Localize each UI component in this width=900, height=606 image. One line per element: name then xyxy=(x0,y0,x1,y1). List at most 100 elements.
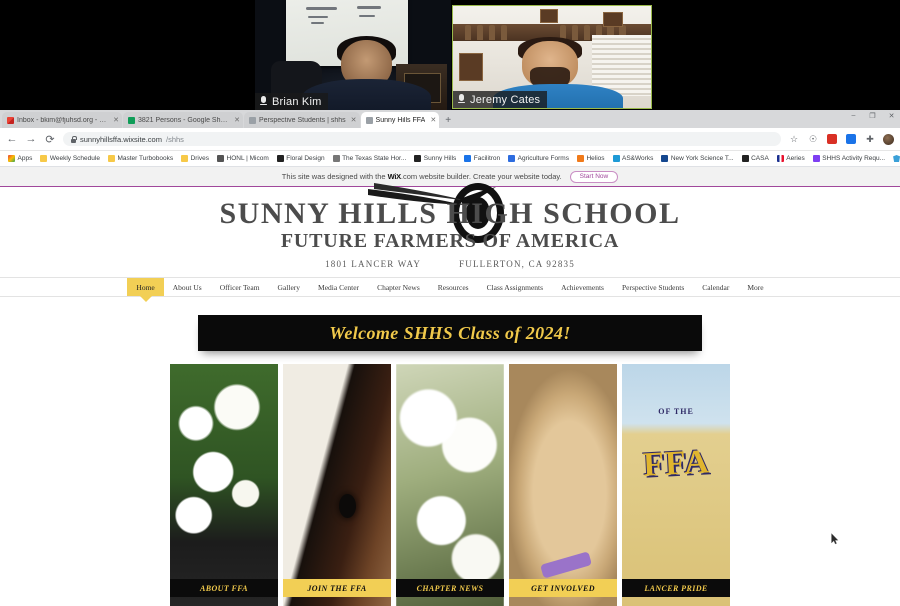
new-tab-button[interactable]: + xyxy=(440,116,456,128)
tab-title: Perspective Students | shhs xyxy=(259,116,346,124)
close-icon[interactable]: ✕ xyxy=(234,116,240,124)
bookmark-drives[interactable]: Drives xyxy=(177,155,213,162)
wix-promo-text: This site was designed with the WiX.com … xyxy=(282,172,562,181)
bookmark-sunny-hills[interactable]: Sunny Hills xyxy=(410,155,460,162)
blue-icon xyxy=(464,155,472,162)
nav-item-gallery[interactable]: Gallery xyxy=(269,278,310,296)
nav-item-calendar[interactable]: Calendar xyxy=(693,278,738,296)
bookmark-shhs-activity-request[interactable]: SHHS Activity Requ... xyxy=(809,155,889,162)
address-street: 1801 LANCER WAY xyxy=(325,259,422,269)
bookmark-label: Sunny Hills xyxy=(423,155,457,162)
tab-title: Sunny Hills FFA xyxy=(375,116,426,124)
bookmark-floral-design[interactable]: Floral Design xyxy=(273,155,329,162)
extension-blue-icon[interactable] xyxy=(845,133,857,145)
wall-picture xyxy=(603,12,624,28)
nav-item-home[interactable]: Home xyxy=(127,278,164,296)
address-bar[interactable]: sunnyhillsffa.wixsite.com/shhs xyxy=(63,132,781,146)
nav-item-resources[interactable]: Resources xyxy=(429,278,478,296)
bookmark-texas-state-hort[interactable]: The Texas State Hor... xyxy=(329,155,411,162)
bookmark-label: Master Turbobooks xyxy=(117,155,174,162)
nav-item-media-center[interactable]: Media Center xyxy=(309,278,368,296)
bookmark-classrooms-active[interactable]: Classrooms - Active xyxy=(889,155,900,162)
photo-lancer-mural: OF THE FFA xyxy=(622,364,730,606)
video-call-strip: Brian Kim Jeremy Cates xyxy=(0,0,900,110)
welcome-banner-text: Welcome SHHS Class of 2024! xyxy=(329,322,571,343)
nav-item-about-us[interactable]: About Us xyxy=(164,278,211,296)
browser-tab-inbox[interactable]: Inbox - bkim@fjuhsd.org - Fulle ✕ xyxy=(2,112,122,128)
window-controls: – ❐ ✕ xyxy=(849,111,896,120)
close-button[interactable]: ✕ xyxy=(887,111,896,120)
photo-tile-get-involved[interactable]: GET INVOLVED xyxy=(509,364,617,606)
tab-strip: Inbox - bkim@fjuhsd.org - Fulle ✕ 3821 P… xyxy=(0,110,900,128)
bookmark-label: AS&Works xyxy=(622,155,654,162)
address-city: FULLERTON, CA 92835 xyxy=(459,259,575,269)
forward-button[interactable]: → xyxy=(25,133,37,145)
photo-golden-retriever-puppy xyxy=(509,364,617,606)
blue2-icon xyxy=(508,155,516,162)
dark-icon xyxy=(741,155,749,162)
minimize-button[interactable]: – xyxy=(849,111,858,120)
bookmark-agriculture-forms[interactable]: Agriculture Forms xyxy=(504,155,573,162)
puzzle-icon[interactable]: ✚ xyxy=(864,133,876,145)
reload-button[interactable]: ⟳ xyxy=(44,133,56,146)
extension-red-icon[interactable] xyxy=(826,133,838,145)
back-button[interactable]: ← xyxy=(6,133,18,145)
france-icon xyxy=(776,155,784,162)
bookmark-label: SHHS Activity Requ... xyxy=(822,155,886,162)
bookmark-facilitron[interactable]: Facilitron xyxy=(460,155,504,162)
photo-tile-lancer-pride[interactable]: OF THE FFA LANCER PRIDE xyxy=(622,364,730,606)
dark-icon xyxy=(414,155,422,162)
letterbox-right xyxy=(652,0,900,110)
bookmark-label: Helios xyxy=(586,155,605,162)
apps-icon xyxy=(8,155,15,162)
wix-brand: WiX xyxy=(387,172,402,181)
nav-item-class-assignments[interactable]: Class Assignments xyxy=(478,278,552,296)
bookmark-label: Drives xyxy=(190,155,209,162)
photo-tile-about-ffa[interactable]: ABOUT FFA xyxy=(170,364,278,606)
bookmark-aeries[interactable]: Aeries xyxy=(773,155,809,162)
bookmark-casa[interactable]: CASA xyxy=(738,155,773,162)
wall-picture xyxy=(458,52,483,82)
star-icon[interactable]: ☆ xyxy=(788,133,800,145)
url-path: /shhs xyxy=(165,134,184,144)
profile-icon[interactable]: ☉ xyxy=(807,133,819,145)
browser-tab-sunny-hills-ffa[interactable]: Sunny Hills FFA ✕ xyxy=(360,112,440,128)
nav-item-achievements[interactable]: Achievements xyxy=(552,278,613,296)
site-title-block: SUNNY HILLS HIGH SCHOOL FUTURE FARMERS O… xyxy=(0,187,900,270)
bookmark-honl-micom[interactable]: HONL | Micom xyxy=(213,155,273,162)
participant-name-bar: Jeremy Cates xyxy=(453,91,548,108)
avatar[interactable] xyxy=(883,133,894,145)
wix-text-before: This site was designed with the xyxy=(281,172,388,181)
close-icon[interactable]: ✕ xyxy=(430,116,436,124)
nav-item-perspective-students[interactable]: Perspective Students xyxy=(613,278,693,296)
video-tile-jeremy-cates[interactable]: Jeremy Cates xyxy=(452,5,652,109)
bookmark-helios[interactable]: Helios xyxy=(573,155,609,162)
folder-icon xyxy=(181,155,189,162)
nav-item-more[interactable]: More xyxy=(738,278,772,296)
bookmark-weekly-schedule[interactable]: Weekly Schedule xyxy=(36,155,104,162)
wall-picture xyxy=(540,9,558,24)
close-icon[interactable]: ✕ xyxy=(113,116,119,124)
bookmark-asbworks[interactable]: AS&Works xyxy=(609,155,658,162)
nav-item-officer-team[interactable]: Officer Team xyxy=(211,278,269,296)
photo-tile-join-the-ffa[interactable]: JOIN THE FFA xyxy=(283,364,391,606)
tile-caption: CHAPTER NEWS xyxy=(396,579,504,597)
browser-tab-sheets[interactable]: 3821 Persons - Google Sheets ✕ xyxy=(123,112,243,128)
browser-tab-perspective-students[interactable]: Perspective Students | shhs ✕ xyxy=(244,112,360,128)
start-now-button[interactable]: Start Now xyxy=(569,170,619,183)
nav-item-chapter-news[interactable]: Chapter News xyxy=(368,278,429,296)
navy-icon xyxy=(661,155,669,162)
maximize-button[interactable]: ❐ xyxy=(868,111,877,120)
close-icon[interactable]: ✕ xyxy=(351,116,357,124)
bookmark-apps[interactable]: Apps xyxy=(4,155,36,162)
photo-tile-chapter-news[interactable]: CHAPTER NEWS xyxy=(396,364,504,606)
site-address: 1801 LANCER WAY FULLERTON, CA 92835 xyxy=(0,259,900,269)
bookmark-label: HONL | Micom xyxy=(226,155,269,162)
orange-icon xyxy=(576,155,584,162)
bookmark-master-turbobooks[interactable]: Master Turbobooks xyxy=(104,155,177,162)
page-subtitle: FUTURE FARMERS OF AMERICA xyxy=(280,230,620,252)
video-tile-brian-kim[interactable]: Brian Kim xyxy=(255,0,451,110)
web-page: This site was designed with the WiX.com … xyxy=(0,167,900,606)
bookmark-new-york-science[interactable]: New York Science T... xyxy=(657,155,737,162)
participant-name-bar: Brian Kim xyxy=(255,93,329,110)
